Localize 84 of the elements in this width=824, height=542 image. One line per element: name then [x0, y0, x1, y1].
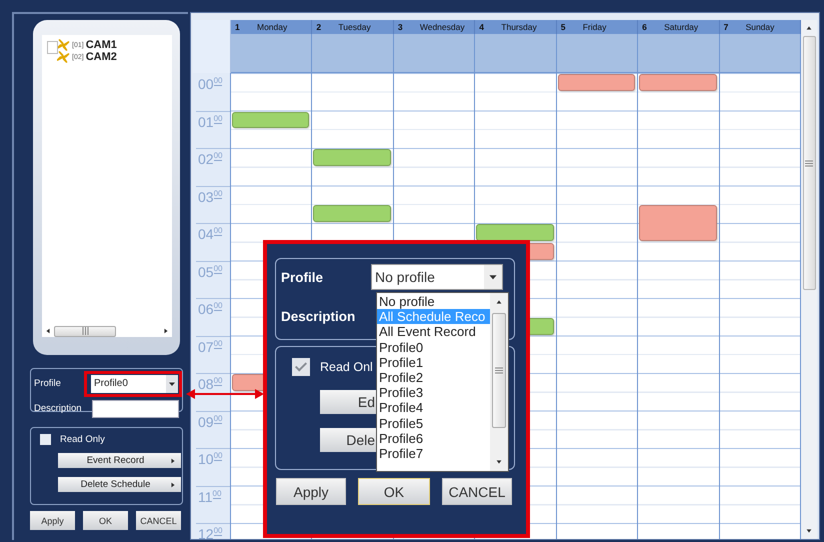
day-name: Saturday	[664, 22, 698, 32]
hour-label: 09$^{00}$	[196, 410, 230, 448]
day-name: Tuesday	[338, 22, 371, 32]
schedule-block[interactable]	[639, 74, 717, 91]
dropdown-option[interactable]: All Event Record	[377, 324, 490, 340]
dialog-button[interactable]: CANCEL	[136, 511, 181, 530]
scroll-left-icon	[44, 327, 52, 335]
dialog-button[interactable]: CANCEL	[442, 478, 512, 505]
schedule-block[interactable]	[313, 205, 391, 222]
grip-icon	[805, 160, 813, 166]
tree-checkbox[interactable]	[47, 41, 58, 54]
hour-label: 12$^{00}$	[196, 523, 230, 539]
profile-label: Profile	[34, 378, 62, 389]
profile-dropdown[interactable]: Profile0	[91, 374, 178, 392]
description-field[interactable]	[92, 400, 179, 418]
scroll-down-icon	[805, 527, 813, 535]
scrollbar-thumb[interactable]	[492, 313, 506, 428]
camera-name[interactable]: CAM1	[86, 39, 117, 51]
description-label: Description	[34, 403, 83, 414]
read-only-checkbox[interactable]	[40, 434, 51, 445]
day-name: Friday	[582, 22, 606, 32]
hour-label: 10$^{00}$	[196, 448, 230, 486]
grip-icon	[82, 327, 88, 335]
scrollbar-thumb[interactable]	[54, 326, 116, 336]
camera-icon	[57, 51, 70, 63]
dropdown-option[interactable]: Profile3	[377, 385, 490, 400]
dialog-button[interactable]: OK	[358, 478, 430, 505]
schedule-block[interactable]	[232, 112, 310, 128]
menu-button[interactable]: Event Record	[58, 453, 181, 468]
scroll-up-icon	[495, 298, 503, 306]
schedule-block[interactable]	[476, 224, 554, 241]
camera-icon	[57, 39, 70, 51]
day-number: 1	[235, 22, 241, 32]
hour-label: 08$^{00}$	[196, 373, 230, 410]
scroll-up-icon	[805, 24, 813, 32]
dropdown-option[interactable]: Profile5	[377, 416, 490, 431]
dialog-button[interactable]: Apply	[276, 478, 346, 505]
day-number: 3	[398, 22, 404, 32]
submenu-arrow-icon	[169, 480, 177, 488]
menu-button[interactable]: Ed	[320, 390, 376, 414]
hour-label: 07$^{00}$	[196, 336, 230, 373]
dropdown-option[interactable]: Profile1	[377, 354, 490, 370]
dialog-button[interactable]: OK	[83, 511, 128, 530]
day-number: 6	[642, 22, 648, 32]
day-name: Thursday	[501, 22, 537, 32]
menu-button[interactable]: Delete Schedule	[58, 477, 181, 492]
day-number: 4	[479, 22, 486, 32]
camera-name[interactable]: CAM2	[86, 51, 117, 63]
schedule-block[interactable]	[313, 149, 391, 166]
read-only-label: Read Only	[60, 434, 105, 445]
hour-label: 00$^{00}$	[197, 75, 224, 94]
dropdown-option[interactable]: Profile0	[377, 340, 490, 355]
schedule-block[interactable]	[558, 74, 636, 91]
schedule-block[interactable]	[639, 205, 717, 241]
read-only-checkbox[interactable]	[292, 358, 310, 376]
menu-button[interactable]: Dele	[320, 428, 376, 452]
dialog-button[interactable]: Apply	[30, 511, 75, 530]
grip-icon	[495, 367, 503, 374]
hour-label: 11$^{00}$	[196, 486, 230, 523]
day-name: Sunday	[746, 22, 774, 32]
profile-label: Profile	[280, 270, 324, 284]
hour-label: 02$^{00}$	[196, 148, 230, 186]
scroll-down-icon	[495, 458, 503, 466]
hour-label: 04$^{00}$	[196, 223, 230, 260]
profile-dropdown[interactable]: No profile	[371, 264, 503, 290]
dropdown-option[interactable]: No profile	[377, 294, 490, 310]
dropdown-option[interactable]: Profile2	[377, 370, 490, 386]
day-number: 2	[316, 22, 322, 32]
submenu-arrow-icon	[169, 456, 177, 464]
hour-label: 05$^{00}$	[196, 260, 230, 298]
scrollbar-thumb[interactable]	[802, 36, 816, 290]
hour-label: 01$^{00}$	[196, 110, 230, 148]
hour-label: 03$^{00}$	[196, 186, 230, 223]
dropdown-option[interactable]: Profile6	[377, 430, 490, 446]
day-name: Wednesday	[420, 22, 465, 32]
dropdown-option[interactable]: Profile4	[377, 400, 490, 416]
scroll-right-icon	[162, 327, 170, 335]
dropdown-option[interactable]: Profile7	[377, 446, 490, 462]
description-label: Description	[280, 308, 356, 324]
read-only-label: Read Onl	[320, 360, 373, 374]
hour-label: 06$^{00}$	[196, 298, 230, 336]
day-number: 7	[724, 22, 730, 32]
day-number: 5	[560, 22, 566, 32]
day-name: Monday	[257, 22, 288, 32]
